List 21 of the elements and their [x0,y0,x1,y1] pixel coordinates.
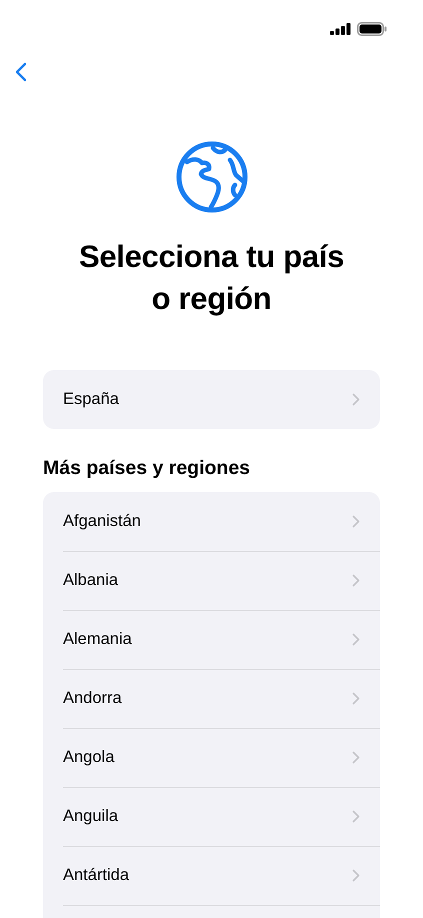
chevron-icon [352,692,360,705]
chevron-icon [352,869,360,882]
country-row[interactable]: España [43,370,380,429]
chevron-icon [352,633,360,646]
country-row[interactable]: Alemania [43,610,380,669]
chevron-icon [352,751,360,764]
country-row[interactable]: Albania [43,551,380,610]
country-row[interactable]: Andorra [43,669,380,728]
battery-icon [357,22,387,36]
country-row[interactable]: Antártida [43,846,380,905]
section-title: Más países y regiones [43,457,252,480]
chevron-icon [352,810,360,823]
country-row[interactable]: Anguila [43,787,380,846]
signal-icon [330,23,351,35]
globe-icon [174,140,248,214]
chevron-icon [352,393,360,406]
chevron-icon [352,574,360,587]
country-row[interactable]: Angola [43,728,380,787]
country-row[interactable]: Afganistán [43,492,380,551]
chevron-icon [352,515,360,528]
page-title: Selecciona tu país o región [78,238,346,318]
